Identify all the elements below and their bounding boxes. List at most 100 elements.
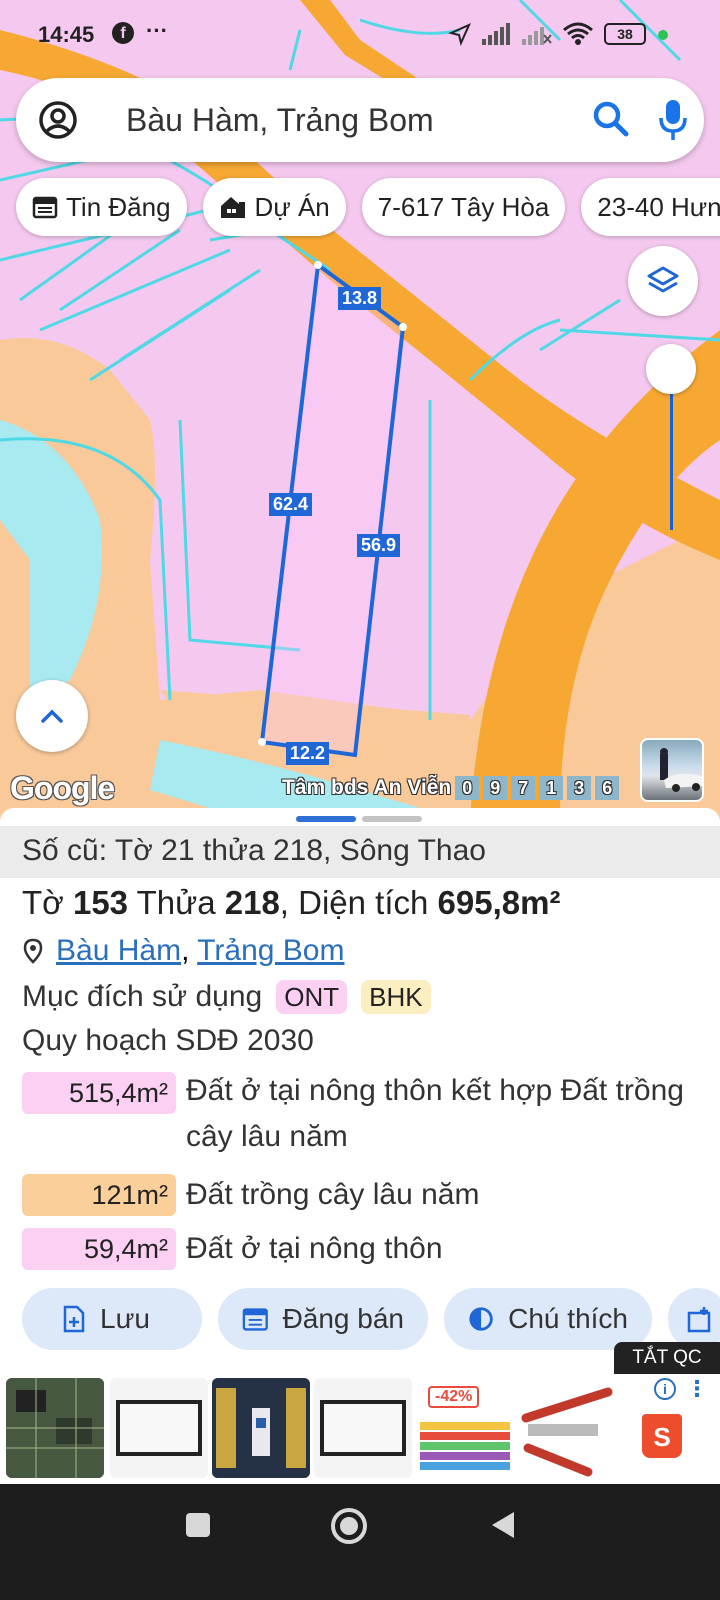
zone-area: 121m² (22, 1174, 176, 1216)
location-pin-icon (23, 938, 43, 964)
watermark-digit: 7 (511, 776, 536, 800)
ad-product-2[interactable] (110, 1378, 208, 1478)
zone-row: 515,4m² Đất ở tại nông thôn kết hợp Đất … (22, 1072, 686, 1160)
watermark-text: Tâm bds An Viễn (282, 776, 452, 799)
ad-product-3[interactable] (212, 1378, 310, 1478)
layers-icon (647, 266, 679, 293)
battery-indicator: 38 (604, 23, 646, 45)
plan-title: Quy hoạch SDĐ 2030 (22, 1024, 314, 1057)
commune-link[interactable]: Bàu Hàm (56, 934, 181, 967)
watermark: Tâm bds An Viễn 0 9 7 1 3 6 (282, 776, 620, 800)
dimension-label-bottom: 12.2 (286, 742, 330, 765)
car-photo (660, 748, 702, 792)
search-bar[interactable]: Bàu Hàm, Trảng Bom (16, 78, 704, 162)
land-use-tag-ont[interactable]: ONT (276, 980, 348, 1014)
google-logo: Google (10, 770, 115, 806)
chevron-up-icon (41, 709, 63, 723)
contrast-icon (469, 1307, 493, 1331)
laptop-screen-image (320, 1400, 406, 1456)
expand-sheet-button[interactable] (16, 680, 88, 752)
chip-label: 23-40 Hưng (597, 191, 720, 222)
parcel-title: Tờ 153 Thửa 218, Diện tích 695,8m² (22, 884, 560, 922)
ad-info-icon[interactable]: i (654, 1378, 676, 1400)
close-ad-button[interactable]: TẮT QC (614, 1342, 720, 1374)
ad-product-5[interactable]: -42% (416, 1378, 514, 1478)
watermark-digit: 3 (567, 776, 592, 800)
land-use-purpose: Mục đích sử dụng ONT BHK (22, 980, 431, 1014)
more-action-button[interactable] (668, 1288, 720, 1350)
search-icon[interactable] (592, 100, 630, 138)
legend-label: Chú thích (508, 1303, 628, 1334)
dimension-label-top: 13.8 (338, 287, 382, 310)
status-bar: 14:45 f ··· 38 (0, 0, 720, 72)
zone-description: Đất ở tại nông thôn (186, 1232, 443, 1265)
signal-icon (482, 23, 510, 45)
post-sale-button[interactable]: Đăng bán (218, 1288, 428, 1350)
account-icon[interactable] (38, 100, 78, 140)
post-sale-label: Đăng bán (282, 1303, 404, 1334)
district-link[interactable]: Trảng Bom (197, 934, 344, 967)
discount-badge: -42% (428, 1386, 480, 1408)
parcel-prefix: Thửa (128, 884, 225, 921)
legend-button[interactable]: Chú thích (444, 1288, 652, 1350)
chip-parcel-1[interactable]: 7-617 Tây Hòa (361, 178, 566, 236)
location-separator: , (181, 934, 190, 967)
building-icon (220, 197, 245, 218)
more-notifications-icon: ··· (146, 18, 168, 43)
wifi-icon (563, 22, 593, 45)
zone-row: 59,4m² Đất ở tại nông thôn (22, 1228, 686, 1272)
parcel-number: 218 (224, 884, 280, 921)
microphone-icon[interactable] (658, 98, 688, 142)
zone-area: 515,4m² (22, 1072, 176, 1114)
screen: { "status": { "time": "14:45", "more": "… (0, 0, 720, 1600)
land-use-tag-bhk[interactable]: BHK (361, 980, 431, 1014)
chip-label: Tin Đăng (66, 191, 171, 222)
chip-label: 7-617 Tây Hòa (377, 191, 550, 222)
laptop-screen-image (116, 1400, 202, 1456)
search-input[interactable]: Bàu Hàm, Trảng Bom (126, 102, 434, 139)
zone-area: 59,4m² (22, 1228, 176, 1270)
recent-apps-icon[interactable] (184, 1511, 212, 1539)
ad-product-1[interactable] (6, 1378, 104, 1478)
chip-label: Dự Án (254, 191, 330, 222)
facebook-notification-icon: f (112, 22, 134, 44)
file-add-icon (63, 1305, 85, 1333)
sheet-tab-active[interactable] (296, 816, 356, 822)
zone-description: Đất trồng cây lâu năm (186, 1178, 480, 1211)
zone-description: Đất ở tại nông thôn kết hợp Đất trồng câ… (186, 1074, 684, 1153)
chip-du-an[interactable]: Dự Án (202, 178, 346, 236)
location-arrow-icon (448, 23, 471, 46)
roller-parts-image (521, 1387, 613, 1477)
area-prefix: , Diện tích (279, 884, 438, 921)
back-icon[interactable] (488, 1509, 518, 1541)
ad-product-6[interactable] (518, 1378, 616, 1478)
save-label: Lưu (100, 1303, 150, 1334)
opacity-slider-knob[interactable] (646, 344, 696, 394)
save-button[interactable]: Lưu (22, 1288, 202, 1350)
home-icon[interactable] (330, 1507, 368, 1545)
street-view-thumbnail[interactable] (640, 738, 704, 802)
shopee-logo: S (642, 1414, 682, 1458)
sheet-number: 153 (72, 884, 129, 921)
zone-row: 121m² Đất trồng cây lâu năm (22, 1174, 686, 1218)
signal-2-icon (522, 27, 552, 45)
privacy-indicator-dot (658, 30, 668, 40)
chip-parcel-2[interactable]: 23-40 Hưng (581, 178, 720, 236)
add-photo-icon (687, 1307, 711, 1333)
circuit-board-image (6, 1378, 104, 1478)
watermark-digit: 9 (483, 776, 508, 800)
action-buttons: Lưu Đăng bán Chú thích (22, 1288, 720, 1350)
parcel-area: 695,8m² (437, 884, 561, 921)
ad-more-icon[interactable]: ⋮ (686, 1376, 708, 1402)
sheet-tab[interactable] (362, 816, 422, 822)
calendar-icon (32, 196, 58, 219)
filter-chips: Tin Đăng Dự Án 7-617 Tây Hòa 23-40 Hưng (16, 178, 720, 238)
sheet-page-indicator[interactable] (296, 816, 422, 822)
ad-product-4[interactable] (314, 1378, 412, 1478)
chip-tin-dang[interactable]: Tin Đăng (16, 178, 187, 236)
layers-button[interactable] (628, 246, 698, 316)
system-navigation-bar (0, 1484, 720, 1600)
calendar-icon (242, 1308, 268, 1331)
opacity-slider-track[interactable] (670, 370, 673, 530)
watermark-digit: 1 (539, 776, 564, 800)
